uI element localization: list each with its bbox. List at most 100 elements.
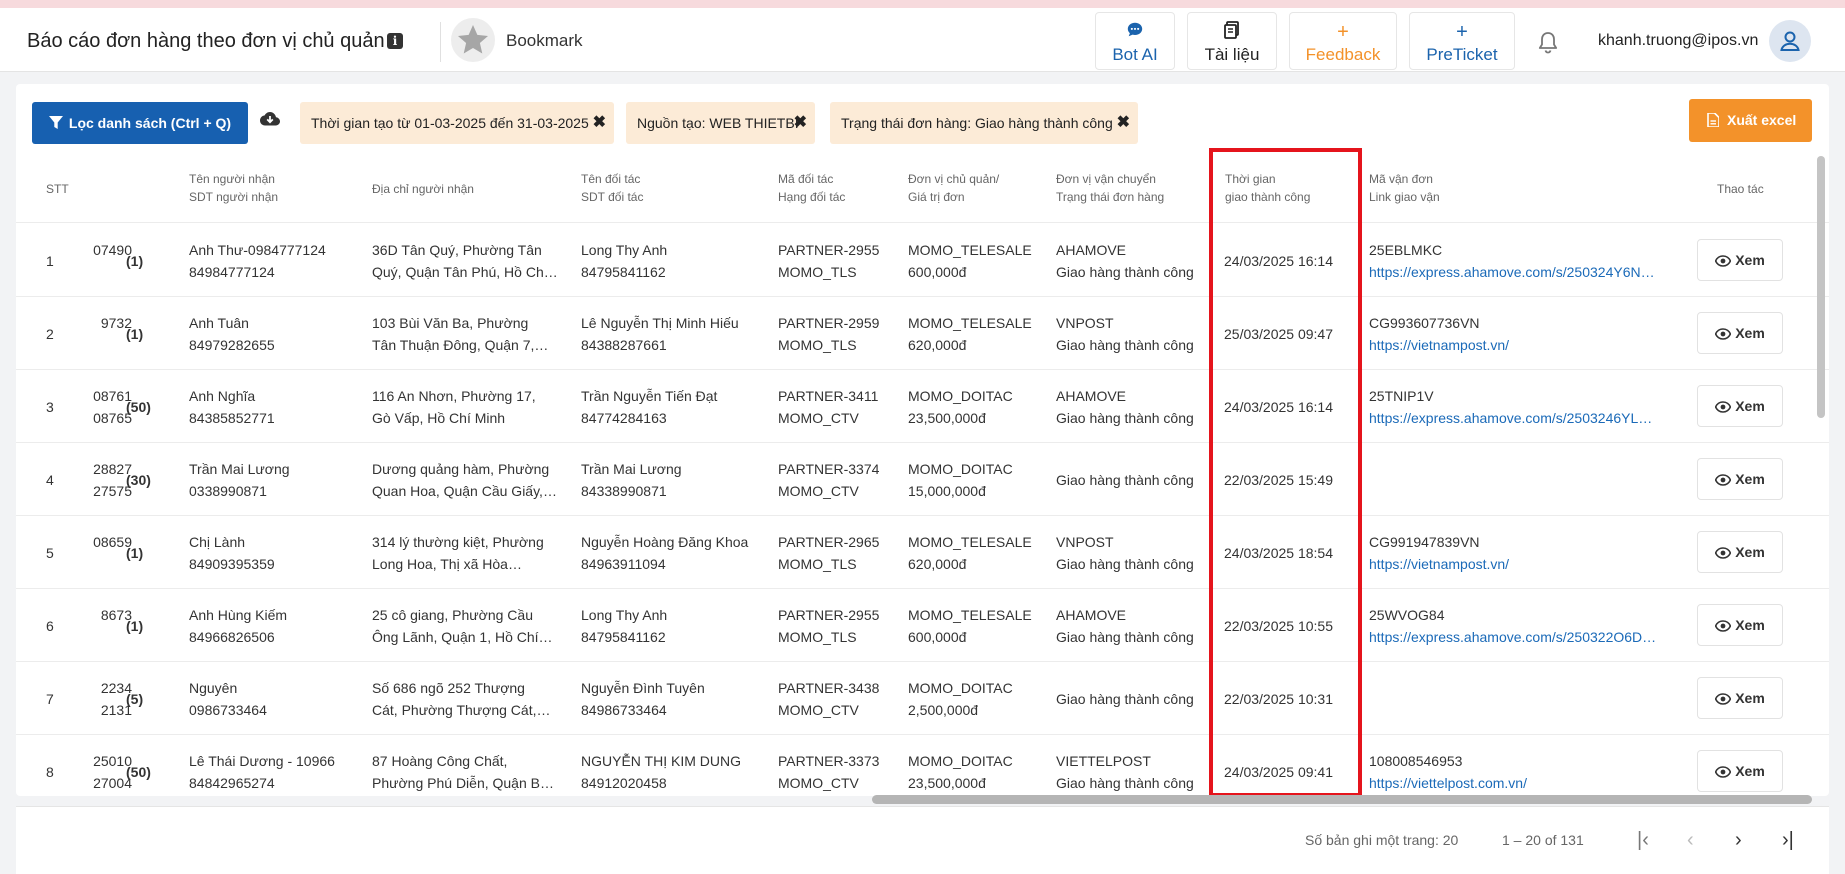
row-code-line: 27575 bbox=[93, 483, 132, 499]
bot-ai-label: Bot AI bbox=[1112, 45, 1158, 64]
filter-icon bbox=[48, 116, 63, 129]
filter-chip-source[interactable]: Nguồn tạo: WEB THIETBI ✖ bbox=[626, 102, 815, 144]
row-code-line: 2131 bbox=[100, 702, 132, 718]
row-receiver: Lê Thái Dương - 10966 84842965274 bbox=[189, 750, 347, 794]
partner-rank: MOMO_CTV bbox=[778, 775, 859, 791]
row-code-line: 07490 bbox=[93, 242, 132, 258]
feedback-button[interactable]: + Feedback bbox=[1289, 12, 1397, 70]
bot-ai-button[interactable]: Bot AI bbox=[1095, 12, 1175, 70]
row-partner: NGUYỄN THỊ KIM DUNG 84912020458 bbox=[581, 750, 761, 794]
star-icon[interactable] bbox=[451, 18, 495, 62]
view-button[interactable]: Xem bbox=[1697, 458, 1783, 500]
row-stt: 2 bbox=[46, 326, 54, 342]
partner-phone: 84795841162 bbox=[581, 629, 666, 645]
filter-chip-time[interactable]: Thời gian tạo từ 01-03-2025 đến 31-03-20… bbox=[300, 102, 614, 144]
cloud-download-icon[interactable] bbox=[260, 111, 280, 132]
address-line: Dương quảng hàm, Phường bbox=[372, 461, 550, 477]
view-button[interactable]: Xem bbox=[1697, 604, 1783, 646]
address-line: Quý, Quận Tân Phú, Hồ Chí… bbox=[372, 264, 560, 280]
column-header-line: Tên người nhận bbox=[189, 172, 275, 186]
row-partner: Long Thy Anh 84795841162 bbox=[581, 604, 761, 648]
row-partner-code: PARTNER-3411 MOMO_CTV bbox=[778, 385, 888, 429]
address-line: Tân Thuận Đông, Quận 7,… bbox=[372, 337, 549, 353]
row-unit: MOMO_TELESALE 600,000đ bbox=[908, 604, 1033, 648]
vertical-scrollbar[interactable] bbox=[1817, 156, 1825, 418]
close-icon[interactable]: ✖ bbox=[794, 102, 807, 144]
previous-page-icon[interactable]: ‹ bbox=[1687, 828, 1694, 852]
row-tracking: 108008546953 https://viettelpost.com.vn/ bbox=[1369, 750, 1669, 794]
row-code-line: 8673 bbox=[100, 607, 132, 623]
per-page-label[interactable]: Số bản ghi một trang: 20 bbox=[1305, 832, 1458, 848]
close-icon[interactable]: ✖ bbox=[593, 102, 606, 144]
partner-code: PARTNER-2955 bbox=[778, 607, 880, 623]
tracking-link[interactable]: https://express.ahamove.com/s/2503246YL… bbox=[1369, 407, 1669, 429]
column-header-line: Tên đối tác bbox=[581, 172, 641, 186]
row-carrier: AHAMOVE Giao hàng thành công bbox=[1056, 239, 1206, 283]
last-page-icon[interactable]: ›| bbox=[1782, 828, 1794, 852]
column-header-line: SDT đối tác bbox=[581, 190, 644, 204]
row-address: Dương quảng hàm, Phường Quan Hoa, Quận Cầ… bbox=[372, 458, 560, 502]
tracking-link[interactable]: https://vietnampost.vn/ bbox=[1369, 553, 1669, 575]
eye-icon bbox=[1714, 620, 1732, 632]
column-header-line: Mã vận đơn bbox=[1369, 172, 1433, 186]
carrier-name: AHAMOVE bbox=[1056, 607, 1127, 623]
next-page-icon[interactable]: › bbox=[1735, 828, 1742, 852]
tracking-link[interactable]: https://express.ahamove.com/s/250324Y6N… bbox=[1369, 261, 1669, 283]
view-button[interactable]: Xem bbox=[1697, 677, 1783, 719]
docs-button[interactable]: Tài liệu bbox=[1187, 12, 1277, 70]
tracking-link[interactable]: https://viettelpost.com.vn/ bbox=[1369, 772, 1669, 794]
bell-icon[interactable] bbox=[1536, 30, 1560, 61]
row-partner-code: PARTNER-3373 MOMO_CTV bbox=[778, 750, 888, 794]
partner-phone: 84774284163 bbox=[581, 410, 667, 426]
row-tracking: 25WVOG84 https://express.ahamove.com/s/25… bbox=[1369, 604, 1669, 648]
table-row: 5 08659 (1) Chị Lành 84909395359 314 lý t… bbox=[16, 516, 1829, 589]
row-receiver: Anh Tuân 84979282655 bbox=[189, 312, 347, 356]
row-code: 28827 27575 bbox=[60, 458, 132, 502]
row-receiver: Anh Nghĩa 84385852771 bbox=[189, 385, 347, 429]
filter-chip-status[interactable]: Trạng thái đơn hàng: Giao hàng thành côn… bbox=[830, 102, 1138, 144]
filter-chip-label: Trạng thái đơn hàng: Giao hàng thành côn… bbox=[841, 115, 1113, 131]
avatar[interactable] bbox=[1769, 20, 1811, 62]
receiver-name: Nguyên bbox=[189, 680, 238, 696]
filter-list-button[interactable]: Lọc danh sách (Ctrl + Q) bbox=[32, 102, 248, 144]
view-button[interactable]: Xem bbox=[1697, 531, 1783, 573]
column-header-tracking: Mã vận đơn Link giao vận bbox=[1369, 170, 1440, 206]
column-header-line: Hạng đối tác bbox=[778, 190, 846, 204]
header: Báo cáo đơn hàng theo đơn vị chủ quản i … bbox=[0, 8, 1845, 72]
unit-name: MOMO_DOITAC bbox=[908, 388, 1013, 404]
receiver-phone: 84984777124 bbox=[189, 264, 275, 280]
export-excel-button[interactable]: Xuất excel bbox=[1689, 99, 1812, 142]
column-header-action: Thao tác bbox=[1717, 182, 1764, 196]
row-unit: MOMO_DOITAC 23,500,000đ bbox=[908, 750, 1033, 794]
header-divider bbox=[16, 222, 1829, 223]
view-button[interactable]: Xem bbox=[1697, 385, 1783, 427]
tracking-code: 25WVOG84 bbox=[1369, 607, 1445, 623]
row-address: 36D Tân Quý, Phường Tân Quý, Quận Tân Phú… bbox=[372, 239, 560, 283]
info-icon[interactable]: i bbox=[387, 33, 403, 49]
column-header-line: SDT người nhận bbox=[189, 190, 279, 204]
column-header-line: Trạng thái đơn hàng bbox=[1056, 190, 1165, 204]
row-address: Số 686 ngõ 252 Thượng Cát, Phường Thượng … bbox=[372, 677, 560, 721]
tracking-code: 108008546953 bbox=[1369, 753, 1463, 769]
tracking-link[interactable]: https://vietnampost.vn/ bbox=[1369, 334, 1669, 356]
bookmark-label[interactable]: Bookmark bbox=[506, 31, 583, 51]
horizontal-scrollbar[interactable] bbox=[872, 795, 1812, 804]
partner-rank: MOMO_TLS bbox=[778, 337, 857, 353]
view-button[interactable]: Xem bbox=[1697, 750, 1783, 792]
address-line: Long Hoa, Thị xã Hòa… bbox=[372, 556, 522, 572]
column-header-line: Đơn vị vận chuyển bbox=[1056, 172, 1156, 186]
carrier-name: VIETTELPOST bbox=[1056, 753, 1151, 769]
preticket-button[interactable]: + PreTicket bbox=[1409, 12, 1515, 70]
tracking-link[interactable]: https://express.ahamove.com/s/250322O6D… bbox=[1369, 626, 1669, 648]
view-button[interactable]: Xem bbox=[1697, 312, 1783, 354]
row-carrier: VNPOST Giao hàng thành công bbox=[1056, 312, 1206, 356]
view-button[interactable]: Xem bbox=[1697, 239, 1783, 281]
first-page-icon[interactable]: |‹ bbox=[1637, 828, 1649, 852]
close-icon[interactable]: ✖ bbox=[1117, 102, 1130, 144]
user-email[interactable]: khanh.truong@ipos.vn bbox=[1598, 32, 1758, 50]
partner-name: NGUYỄN THỊ KIM DUNG bbox=[581, 753, 741, 769]
view-label: Xem bbox=[1735, 398, 1765, 414]
receiver-phone: 84979282655 bbox=[189, 337, 275, 353]
row-carrier: Giao hàng thành công bbox=[1056, 688, 1206, 710]
column-header-partner-code: Mã đối tác Hạng đối tác bbox=[778, 170, 845, 206]
